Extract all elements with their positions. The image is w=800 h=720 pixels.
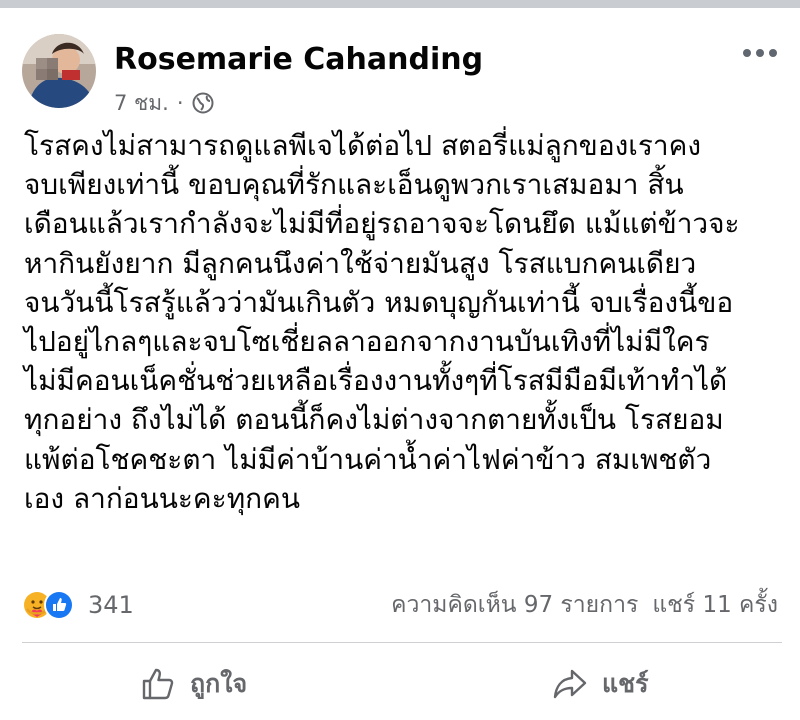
- share-label: แชร์: [602, 669, 649, 698]
- meta-separator: ·: [176, 91, 184, 115]
- reactions-summary[interactable]: 341: [22, 590, 134, 620]
- avatar[interactable]: [22, 34, 96, 108]
- post-time[interactable]: 7 ชม.: [114, 87, 169, 120]
- share-count[interactable]: แชร์ 11 ครั้ง: [652, 587, 778, 623]
- share-button[interactable]: แชร์: [552, 664, 649, 704]
- divider: [22, 642, 782, 643]
- globe-icon[interactable]: [192, 92, 214, 114]
- more-options-icon[interactable]: [738, 40, 782, 66]
- top-strip: [0, 0, 800, 8]
- comment-count[interactable]: ความคิดเห็น 97 รายการ: [391, 587, 638, 623]
- like-button[interactable]: ถูกใจ: [140, 664, 247, 704]
- reaction-count: 341: [88, 591, 134, 619]
- like-label: ถูกใจ: [190, 669, 248, 698]
- post-text: โรสคงไม่สามารถดูแลพีเจได้ต่อไป สตอรี่แม่…: [24, 129, 740, 515]
- author-name[interactable]: Rosemarie Cahanding: [114, 42, 483, 77]
- engagement-stats: ความคิดเห็น 97 รายการ แชร์ 11 ครั้ง: [391, 590, 778, 620]
- avatar-image: [22, 34, 96, 108]
- like-reaction-icon: [44, 590, 74, 620]
- share-arrow-icon: [552, 666, 588, 702]
- thumbs-up-icon: [140, 666, 176, 702]
- post-meta: 7 ชม. ·: [114, 90, 214, 116]
